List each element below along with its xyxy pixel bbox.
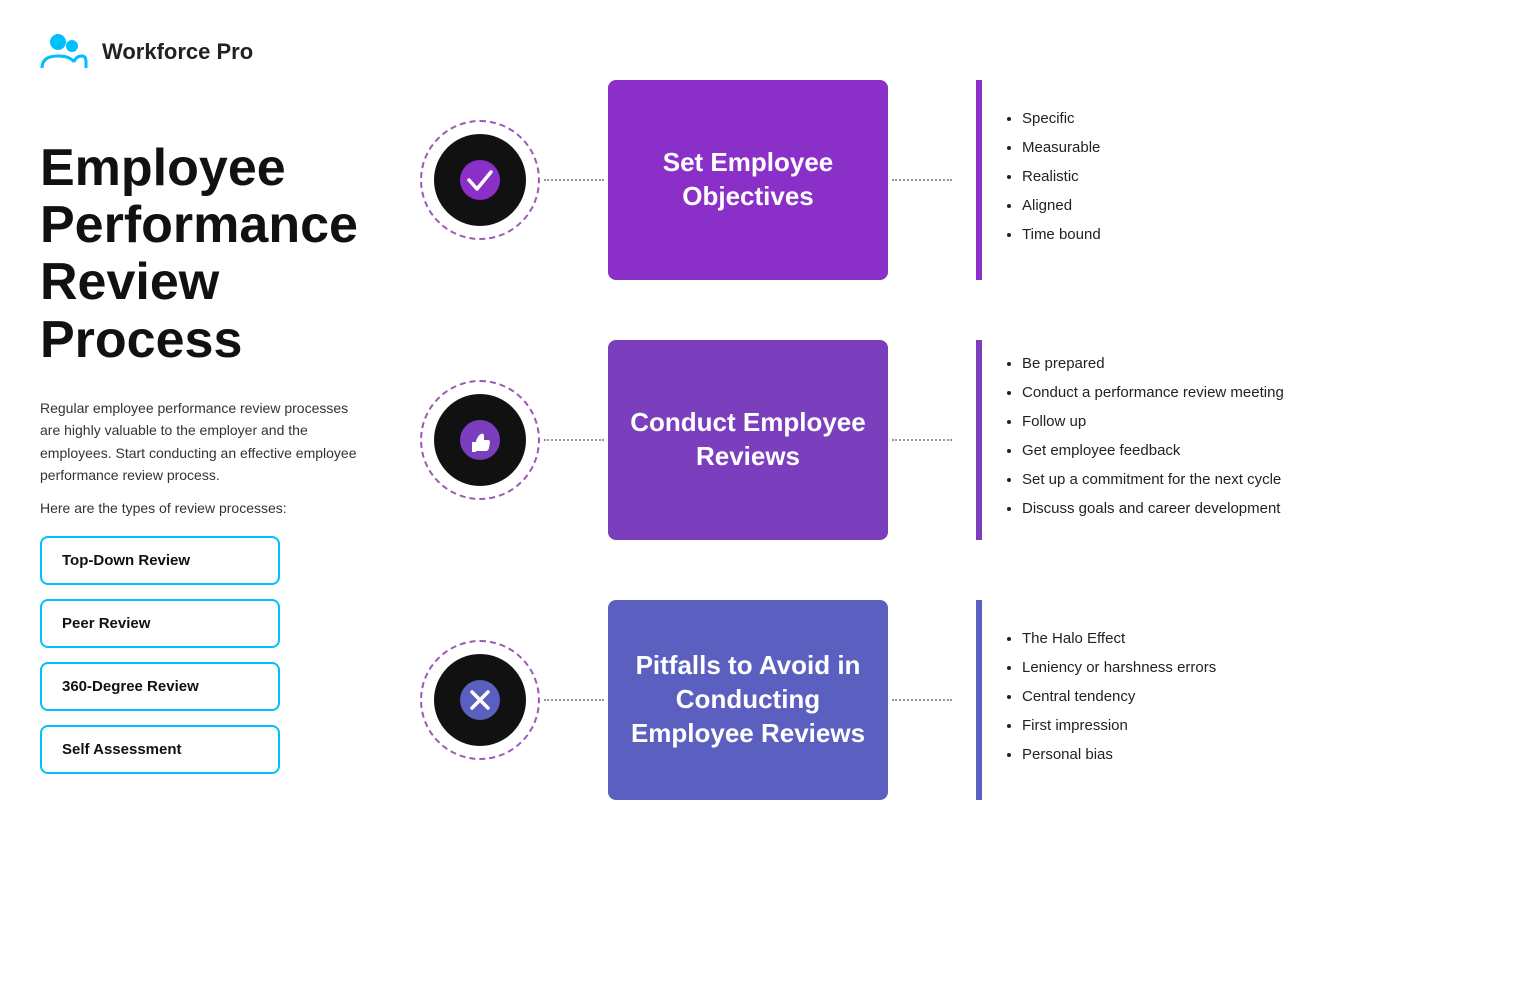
bullet-timebound: Time bound [1022, 224, 1536, 245]
bullet-aligned: Aligned [1022, 195, 1536, 216]
pitfalls-bullets: The Halo Effect Leniency or harshness er… [1002, 628, 1536, 773]
accent-bar-pitfalls [976, 600, 982, 800]
flow-row-reviews: Conduct Employee Reviews Be prepared Con… [420, 340, 1536, 540]
bullet-conduct-meeting: Conduct a performance review meeting [1022, 382, 1536, 403]
description-1: Regular employee performance review proc… [40, 397, 360, 487]
pitfalls-box: Pitfalls to Avoid in Conducting Employee… [608, 600, 888, 800]
top-down-review-button[interactable]: Top-Down Review [40, 536, 280, 585]
solid-circle-objectives [434, 134, 526, 226]
checkmark-icon [458, 158, 502, 202]
bullet-measurable: Measurable [1022, 137, 1536, 158]
solid-circle-pitfalls [434, 654, 526, 746]
accent-bar-reviews [976, 340, 982, 540]
accent-bar-objectives [976, 80, 982, 280]
flow-row-pitfalls: Pitfalls to Avoid in Conducting Employee… [420, 600, 1536, 800]
bullet-feedback: Get employee feedback [1022, 440, 1536, 461]
connector-line-2 [892, 179, 952, 181]
connector-line-6 [892, 699, 952, 701]
bullet-follow-up: Follow up [1022, 411, 1536, 432]
connector-line-5 [544, 699, 604, 701]
reviews-box: Conduct Employee Reviews [608, 340, 888, 540]
workforce-logo-icon [40, 28, 88, 76]
bullet-realistic: Realistic [1022, 166, 1536, 187]
connector-line-4 [892, 439, 952, 441]
bullet-goals: Discuss goals and career development [1022, 498, 1536, 519]
360-degree-review-button[interactable]: 360-Degree Review [40, 662, 280, 711]
thumbsup-icon [458, 418, 502, 462]
bullet-halo: The Halo Effect [1022, 628, 1536, 649]
reviews-bullets: Be prepared Conduct a performance review… [1002, 353, 1536, 527]
bullet-prepared: Be prepared [1022, 353, 1536, 374]
pitfalls-icon-wrapper [420, 640, 540, 760]
main-title: Employee Performance Review Process [40, 140, 360, 369]
solid-circle-reviews [434, 394, 526, 486]
cross-icon [458, 678, 502, 722]
objectives-bullets: Specific Measurable Realistic Aligned Ti… [1002, 108, 1536, 253]
connector-line-1 [544, 179, 604, 181]
flow-area: Set Employee Objectives Specific Measura… [420, 80, 1536, 800]
bullet-central: Central tendency [1022, 686, 1536, 707]
bullet-leniency: Leniency or harshness errors [1022, 657, 1536, 678]
reviews-icon-wrapper [420, 380, 540, 500]
objectives-label: Set Employee Objectives [608, 130, 888, 230]
objectives-icon-wrapper [420, 120, 540, 240]
left-panel: Employee Performance Review Process Regu… [40, 140, 360, 788]
bullet-commitment: Set up a commitment for the next cycle [1022, 469, 1536, 490]
objectives-box: Set Employee Objectives [608, 80, 888, 280]
flow-row-objectives: Set Employee Objectives Specific Measura… [420, 80, 1536, 280]
review-types-label: Here are the types of review processes: [40, 500, 360, 516]
bullet-impression: First impression [1022, 715, 1536, 736]
bullet-bias: Personal bias [1022, 744, 1536, 765]
pitfalls-label: Pitfalls to Avoid in Conducting Employee… [608, 633, 888, 766]
brand-name: Workforce Pro [102, 39, 253, 65]
bullet-specific: Specific [1022, 108, 1536, 129]
reviews-label: Conduct Employee Reviews [608, 390, 888, 490]
peer-review-button[interactable]: Peer Review [40, 599, 280, 648]
connector-line-3 [544, 439, 604, 441]
self-assessment-button[interactable]: Self Assessment [40, 725, 280, 774]
